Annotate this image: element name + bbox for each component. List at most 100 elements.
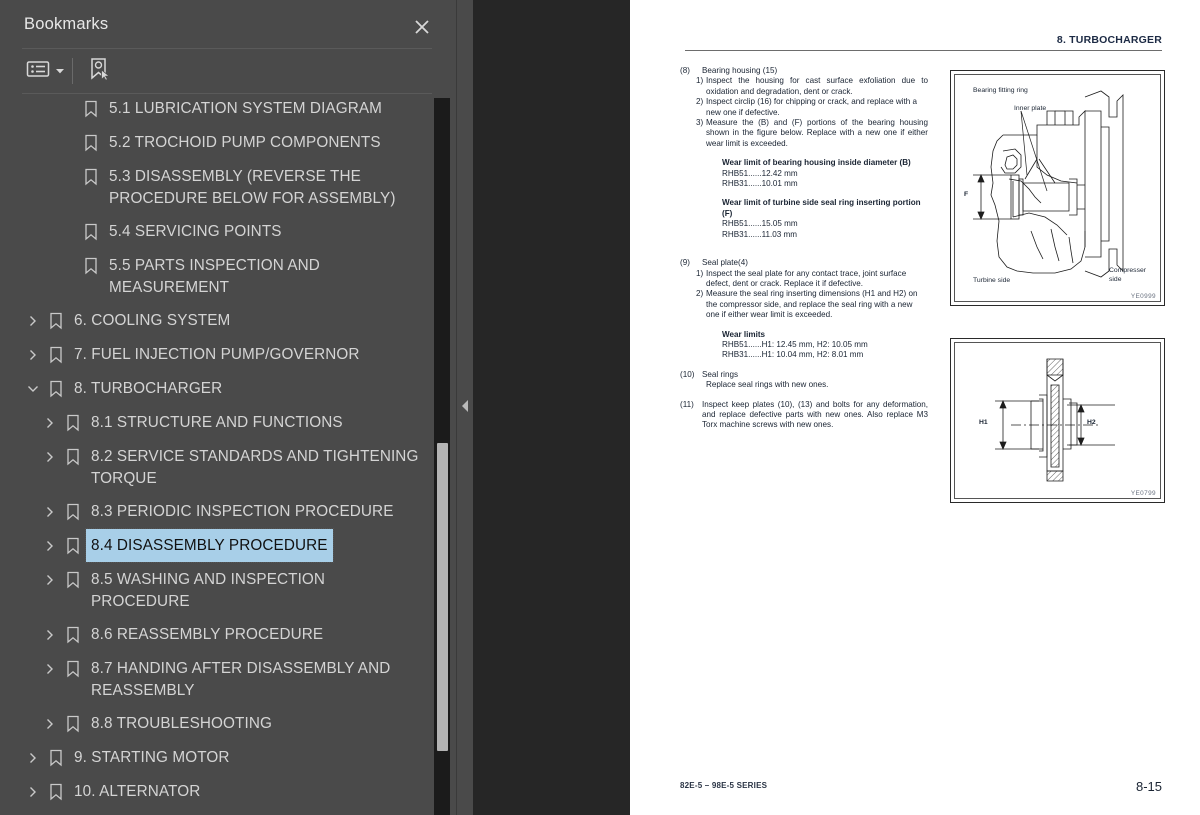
section-11-number: (11) — [680, 399, 694, 409]
bookmark-item-label: 8.1 STRUCTURE AND FUNCTIONS — [91, 414, 343, 431]
page-header-title: 8. TURBOCHARGER — [1056, 34, 1162, 46]
chevron-right-icon[interactable] — [22, 304, 44, 338]
bookmark-tree-item[interactable]: 8.4 DISASSEMBLY PROCEDURE — [4, 528, 428, 563]
figure-label-h2: H2 — [1087, 419, 1096, 426]
chevron-right-icon[interactable] — [39, 406, 61, 440]
bookmark-icon — [79, 160, 103, 194]
bookmark-tree-item[interactable]: 5.2 TROCHOID PUMP COMPONENTS — [4, 126, 428, 160]
spec1-line: RHB51......12.42 mm — [722, 168, 798, 178]
spec1-title: Wear limit of bearing housing inside dia… — [722, 158, 911, 168]
bookmark-tree-item[interactable]: 8.2 SERVICE STANDARDS AND TIGHTENING TOR… — [4, 440, 428, 495]
section-8-number: (8) — [680, 66, 690, 75]
section-9-number: (9) — [680, 258, 690, 268]
bookmark-tree-item[interactable]: 8.7 HANDING AFTER DISASSEMBLY AND REASSE… — [4, 652, 428, 707]
spec1-line: RHB31......10.01 mm — [722, 179, 798, 189]
item-text: Inspect circlip (16) for chipping or cra… — [706, 97, 917, 117]
bookmark-item-label: 8.7 HANDING AFTER DISASSEMBLY AND REASSE… — [91, 660, 391, 699]
bookmark-item-label: 8. TURBOCHARGER — [74, 380, 223, 397]
bookmark-options-button[interactable] — [26, 56, 65, 86]
chevron-right-icon[interactable] — [22, 741, 44, 775]
bookmark-tree-item[interactable]: 8.1 STRUCTURE AND FUNCTIONS — [4, 406, 428, 440]
chevron-right-icon[interactable] — [39, 529, 61, 563]
section-8-item: 1) Inspect the housing for cast surface … — [680, 76, 928, 97]
chevron-right-icon[interactable] — [39, 707, 61, 741]
bookmark-tree-item[interactable]: 5.3 DISASSEMBLY (REVERSE THE PROCEDURE B… — [4, 160, 428, 215]
bookmark-tree-item[interactable]: 8.5 WASHING AND INSPECTION PROCEDURE — [4, 563, 428, 618]
chevron-right-icon[interactable] — [39, 563, 61, 597]
spec2-title: Wear limit of turbine side seal ring ins… — [722, 198, 921, 218]
item-number: 1) — [696, 76, 704, 86]
close-icon[interactable] — [409, 14, 435, 40]
bookmark-icon — [44, 741, 68, 775]
figure-label-compresser-side-line2: side — [1109, 276, 1122, 283]
bookmark-tree-item[interactable]: 8.6 REASSEMBLY PROCEDURE — [4, 618, 428, 652]
collapse-panel-handle[interactable] — [458, 392, 472, 424]
bookmark-tree-item[interactable]: 5.4 SERVICING POINTS — [4, 215, 428, 249]
section-8-item: 2) Inspect circlip (16) for chipping or … — [680, 97, 928, 118]
section-8-item: 3) Measure the (B) and (F) portions of t… — [680, 118, 928, 149]
bookmark-icon — [44, 372, 68, 406]
bookmark-tree-item[interactable]: 8.8 TROUBLESHOOTING — [4, 707, 428, 741]
bookmark-item-label: 10. ALTERNATOR — [74, 783, 201, 800]
figure-label-h1: H1 — [979, 419, 988, 426]
list-options-icon — [26, 59, 50, 84]
bookmark-icon — [61, 563, 85, 597]
figure-label-compresser-side-line1: Compresser — [1109, 267, 1147, 274]
bookmarks-toolbar — [4, 49, 453, 93]
bookmark-icon — [44, 775, 68, 809]
bookmark-item-label: 5.2 TROCHOID PUMP COMPONENTS — [109, 134, 381, 151]
bookmark-icon — [79, 126, 103, 160]
bookmark-icon — [79, 249, 103, 283]
bookmarks-tree-viewport: 5. LUBRICATION SYSTEM5.1 LUBRICATION SYS… — [4, 94, 453, 815]
bookmark-item-label: 8.2 SERVICE STANDARDS AND TIGHTENING TOR… — [91, 448, 419, 487]
bookmark-icon — [61, 495, 85, 529]
chevron-right-icon[interactable] — [39, 495, 61, 529]
bookmark-tree-item[interactable]: 5.1 LUBRICATION SYSTEM DIAGRAM — [4, 94, 428, 126]
bookmark-tree-item[interactable]: 6. COOLING SYSTEM — [4, 304, 428, 338]
bookmark-tree-item[interactable]: 8. TURBOCHARGER — [4, 372, 428, 406]
bookmark-tree-item[interactable]: 10. ALTERNATOR — [4, 775, 428, 809]
spec-title: Wear limits — [722, 329, 766, 339]
section-11: (11) Inspect keep plates (10), (13) and … — [680, 400, 928, 431]
figure-code: YE0999 — [1130, 293, 1156, 300]
chevron-right-icon[interactable] — [39, 652, 61, 686]
page-number: 8-15 — [1135, 779, 1162, 794]
item-number: 3) — [696, 118, 704, 128]
toolbar-divider — [72, 58, 73, 84]
chevron-right-icon[interactable] — [22, 775, 44, 809]
figure-label-bearing-fitting-ring: Bearing fitting ring — [973, 87, 1028, 94]
bookmark-tree-item[interactable]: 7. FUEL INJECTION PUMP/GOVERNOR — [4, 338, 428, 372]
section-9-item: 1) Inspect the seal plate for any contac… — [680, 269, 928, 290]
bookmark-icon — [61, 529, 85, 563]
section-9-item: 2) Measure the seal ring inserting dimen… — [680, 289, 928, 320]
item-text: Inspect the seal plate for any contact t… — [706, 268, 907, 288]
chevron-right-icon[interactable] — [39, 440, 61, 474]
bookmarks-scrollbar-thumb[interactable] — [437, 443, 448, 751]
chevron-right-icon[interactable] — [22, 809, 44, 815]
bookmark-tree-item[interactable]: 5.5 PARTS INSPECTION AND MEASUREMENT — [4, 249, 428, 304]
section-8-title: Bearing housing (15) — [702, 66, 778, 75]
spec-line: RHB51......H1: 12.45 mm, H2: 10.05 mm — [722, 339, 868, 349]
section-10-heading: (10) Seal rings — [680, 370, 928, 380]
chevron-right-icon[interactable] — [22, 338, 44, 372]
bookmark-tree-item[interactable]: 11. ELECTRIC WIRING — [4, 809, 428, 815]
bookmark-tree-item[interactable]: 9. STARTING MOTOR — [4, 741, 428, 775]
bookmark-item-label: 8.3 PERIODIC INSPECTION PROCEDURE — [91, 503, 394, 520]
bookmark-icon — [79, 215, 103, 249]
bookmark-item-label: 5.1 LUBRICATION SYSTEM DIAGRAM — [109, 100, 383, 117]
chevron-right-icon[interactable] — [39, 618, 61, 652]
item-number: 2) — [696, 289, 704, 299]
bookmark-item-label: 8.5 WASHING AND INSPECTION PROCEDURE — [91, 571, 326, 610]
bookmark-tree-item[interactable]: 8.3 PERIODIC INSPECTION PROCEDURE — [4, 495, 428, 529]
page-text-column: (8) Bearing housing (15) 1) Inspect the … — [680, 66, 928, 431]
bookmark-icon — [44, 809, 68, 815]
chevron-down-icon[interactable] — [22, 372, 44, 406]
new-bookmark-button[interactable] — [86, 56, 112, 86]
bookmark-icon — [44, 338, 68, 372]
